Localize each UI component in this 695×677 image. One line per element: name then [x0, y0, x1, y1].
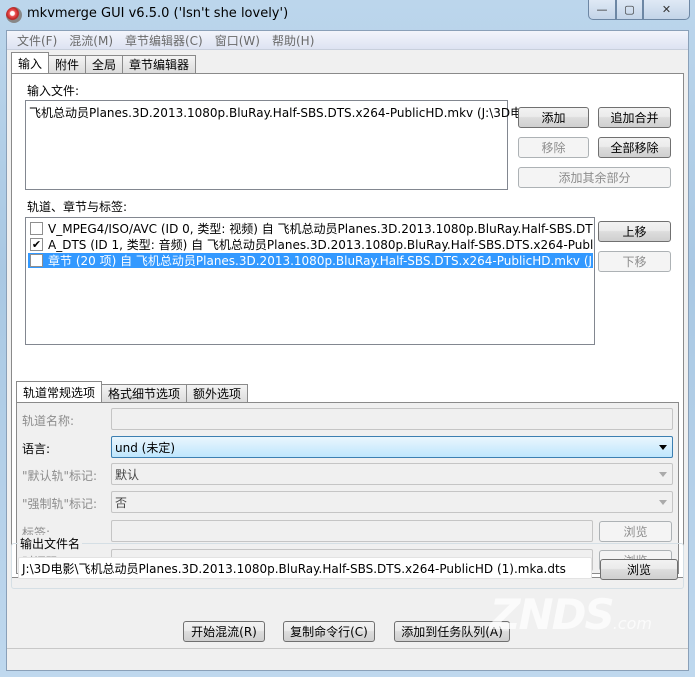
close-icon: ✕	[661, 3, 672, 16]
track-row-video[interactable]: V_MPEG4/ISO/AVC (ID 0, 类型: 视频) 自 飞机总动员Pl…	[28, 221, 593, 236]
close-button[interactable]: ✕	[643, 0, 690, 20]
track-checkbox[interactable]: ✔	[30, 238, 43, 251]
tab-format-specific-options[interactable]: 格式细节选项	[101, 384, 188, 402]
input-tab-panel: 输入文件: 飞机总动员Planes.3D.2013.1080p.BluRay.H…	[11, 73, 684, 578]
copy-command-line-button[interactable]: 复制命令行(C)	[283, 621, 375, 642]
default-flag-select[interactable]: 默认	[111, 463, 673, 485]
menu-help[interactable]: 帮助(H)	[266, 32, 320, 49]
track-label: 章节 (20 项) 自 飞机总动员Planes.3D.2013.1080p.Bl…	[48, 254, 593, 268]
tags-browse-button[interactable]: 浏览	[599, 521, 672, 542]
client-area: 文件(F) 混流(M) 章节编辑器(C) 窗口(W) 帮助(H) 输入 附件 全…	[6, 30, 689, 671]
window-title: mkvmerge GUI v6.5.0 ('Isn't she lovely')	[27, 6, 289, 21]
watermark-suffix: .com	[612, 614, 652, 633]
track-name-input[interactable]	[111, 408, 673, 430]
output-filename-input[interactable]: J:\3D电影\飞机总动员Planes.3D.2013.1080p.BluRay…	[18, 557, 592, 579]
title-bar: mkvmerge GUI v6.5.0 ('Isn't she lovely')…	[0, 0, 695, 30]
maximize-button[interactable]: ▢	[616, 0, 643, 20]
move-up-button[interactable]: 上移	[598, 221, 671, 242]
language-label: 语言:	[22, 442, 51, 456]
app-window: mkvmerge GUI v6.5.0 ('Isn't she lovely')…	[0, 0, 695, 677]
track-label: V_MPEG4/ISO/AVC (ID 0, 类型: 视频) 自 飞机总动员Pl…	[48, 222, 593, 236]
minimize-icon: —	[596, 3, 608, 16]
tags-input[interactable]	[111, 520, 593, 542]
start-muxing-button[interactable]: 开始混流(R)	[183, 621, 265, 642]
track-options-tabs: 轨道常规选项 格式细节选项 额外选项	[16, 381, 249, 402]
add-button[interactable]: 添加	[518, 107, 589, 128]
tracks-label: 轨道、章节与标签:	[27, 200, 128, 214]
remove-all-button[interactable]: 全部移除	[598, 137, 671, 158]
input-files-label: 输入文件:	[27, 84, 80, 98]
input-file-item[interactable]: 飞机总动员Planes.3D.2013.1080p.BluRay.Half-SB…	[29, 104, 539, 121]
tab-input[interactable]: 输入	[11, 52, 50, 73]
default-flag-label: "默认轨"标记:	[22, 469, 98, 483]
default-flag-value: 默认	[115, 467, 140, 482]
menu-muxing[interactable]: 混流(M)	[63, 32, 119, 49]
app-icon	[6, 7, 22, 23]
output-filename-group: 输出文件名 J:\3D电影\飞机总动员Planes.3D.2013.1080p.…	[11, 535, 684, 589]
add-additional-parts-button[interactable]: 添加其余部分	[518, 167, 671, 188]
chevron-down-icon	[659, 500, 667, 505]
append-button[interactable]: 追加合并	[598, 107, 671, 128]
tab-extra-options[interactable]: 额外选项	[186, 384, 249, 402]
tab-general-track-options[interactable]: 轨道常规选项	[16, 381, 103, 402]
tab-chapter-editor[interactable]: 章节编辑器	[122, 55, 197, 73]
language-select[interactable]: und (未定)	[111, 436, 673, 458]
track-row-chapters[interactable]: 章节 (20 项) 自 飞机总动员Planes.3D.2013.1080p.Bl…	[28, 253, 593, 268]
menu-file[interactable]: 文件(F)	[11, 32, 63, 49]
tab-global[interactable]: 全局	[85, 55, 124, 73]
track-label: A_DTS (ID 1, 类型: 音频) 自 飞机总动员Planes.3D.20…	[48, 238, 593, 252]
input-files-list[interactable]: 飞机总动员Planes.3D.2013.1080p.BluRay.Half-SB…	[25, 100, 539, 190]
forced-flag-label: "强制轨"标记:	[22, 497, 98, 511]
track-name-label: 轨道名称:	[22, 414, 75, 428]
status-bar	[7, 648, 688, 670]
main-tabs: 输入 附件 全局 章节编辑器	[11, 52, 197, 73]
maximize-icon: ▢	[624, 3, 635, 16]
chevron-down-icon	[659, 472, 667, 477]
track-checkbox[interactable]	[30, 254, 43, 267]
menu-window[interactable]: 窗口(W)	[209, 32, 266, 49]
output-filename-label: 输出文件名	[18, 535, 83, 552]
tracks-list[interactable]: V_MPEG4/ISO/AVC (ID 0, 类型: 视频) 自 飞机总动员Pl…	[25, 217, 595, 345]
output-browse-button[interactable]: 浏览	[600, 559, 678, 580]
menu-chapter-editor[interactable]: 章节编辑器(C)	[119, 32, 209, 49]
minimize-button[interactable]: —	[588, 0, 616, 20]
track-row-audio[interactable]: ✔ A_DTS (ID 1, 类型: 音频) 自 飞机总动员Planes.3D.…	[28, 237, 593, 252]
language-value: und (未定)	[115, 440, 176, 455]
tab-attachments[interactable]: 附件	[48, 55, 87, 73]
menu-bar: 文件(F) 混流(M) 章节编辑器(C) 窗口(W) 帮助(H)	[7, 31, 688, 50]
forced-flag-value: 否	[115, 495, 128, 510]
remove-button[interactable]: 移除	[518, 137, 589, 158]
track-checkbox[interactable]	[30, 222, 43, 235]
forced-flag-select[interactable]: 否	[111, 491, 673, 513]
move-down-button[interactable]: 下移	[598, 251, 671, 272]
watermark-logo: ZNDS.com	[490, 590, 652, 639]
chevron-down-icon	[659, 445, 667, 450]
watermark-text: ZNDS	[490, 590, 615, 639]
